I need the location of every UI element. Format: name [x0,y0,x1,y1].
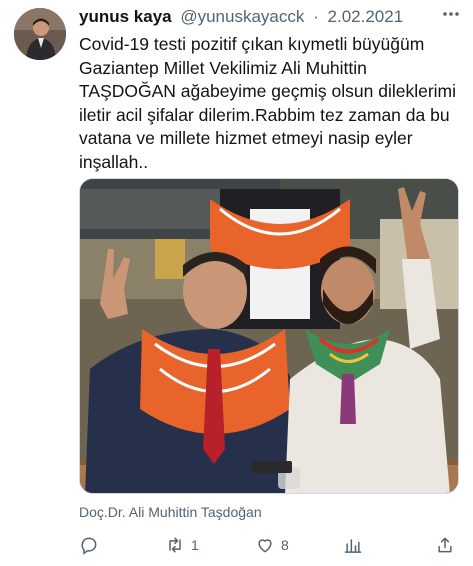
photo-tag[interactable]: Doç.Dr. Ali Muhittin Taşdoğan [79,504,262,520]
more-icon[interactable] [441,4,461,29]
separator: · [313,7,319,26]
share-button[interactable] [435,532,455,558]
reply-icon [79,535,99,555]
retweet-button[interactable]: 1 [165,532,199,558]
reply-button[interactable] [79,532,99,558]
avatar-image [14,8,66,60]
like-button[interactable]: 8 [255,532,289,558]
retweet-icon [165,535,185,555]
heart-icon [255,535,275,555]
tweet-header: yunus kaya @yunuskayacck · 2.02.2021 [79,6,459,28]
analytics-icon [343,535,363,555]
tweet-photo[interactable] [79,178,459,494]
display-name[interactable]: yunus kaya [79,7,172,26]
retweet-count: 1 [191,537,199,553]
avatar[interactable] [14,8,66,60]
share-icon [435,535,455,555]
tweet-date[interactable]: 2.02.2021 [328,7,404,26]
user-handle[interactable]: @yunuskayacck [180,7,304,26]
photo-illustration [80,179,458,493]
tweet-text: Covid-19 testi pozitif çıkan kıymetli bü… [79,34,457,172]
like-count: 8 [281,537,289,553]
analytics-button[interactable] [343,532,363,558]
action-bar: 1 8 [79,532,461,558]
